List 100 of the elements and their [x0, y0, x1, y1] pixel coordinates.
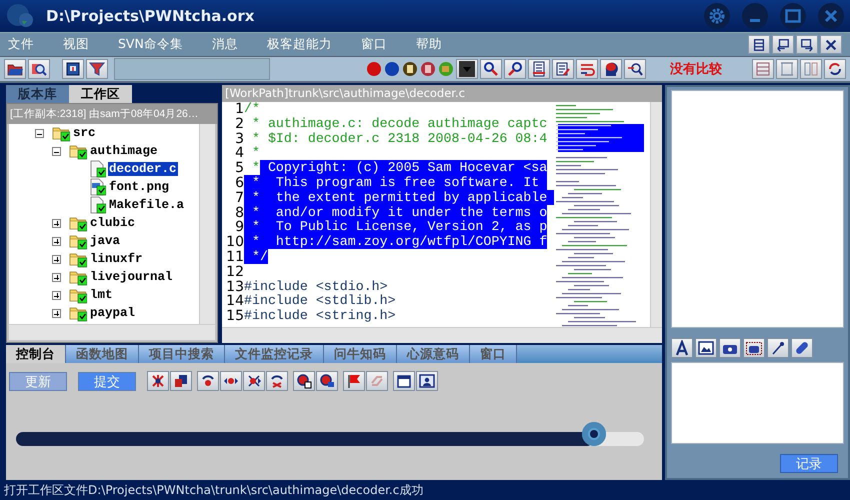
collapse-toggle[interactable] — [52, 146, 61, 156]
close-icon[interactable] — [820, 35, 842, 54]
vertical-scrollbar[interactable] — [199, 124, 215, 324]
horizontal-scrollbar[interactable] — [9, 324, 215, 340]
status-message: 打开工作区文件D:\Projects\PWNtcha\trunk\src\authimage\decoder.c成功 — [3, 482, 424, 499]
menu-item[interactable]: 窗口 — [360, 36, 387, 53]
tab[interactable]: 问牛知码 — [324, 345, 397, 363]
line-number: 5 — [234, 161, 244, 176]
round-badge-icon[interactable] — [366, 61, 382, 77]
line-number: 6 — [234, 176, 244, 191]
vertical-scrollbar[interactable] — [650, 102, 662, 327]
round-badge-icon[interactable] — [384, 61, 400, 77]
menu-item[interactable]: 帮助 — [416, 36, 442, 53]
expand-toggle[interactable] — [52, 218, 61, 228]
tree-item[interactable]: java — [89, 234, 122, 248]
tree-item[interactable]: Makefile.a — [108, 198, 186, 212]
slider-thumb[interactable] — [582, 422, 606, 446]
menu-item[interactable]: 文件 — [8, 36, 34, 53]
page-badge-icon[interactable] — [420, 61, 436, 77]
toolbar-field[interactable] — [114, 58, 270, 80]
flag-icon[interactable] — [343, 371, 365, 391]
picture-icon[interactable] — [695, 338, 717, 358]
head-icon[interactable] — [600, 59, 622, 79]
camera-icon[interactable] — [719, 338, 741, 358]
copy-icon[interactable] — [170, 371, 192, 391]
text-style-icon[interactable] — [671, 338, 693, 358]
search-icon[interactable] — [28, 59, 50, 79]
menu-item[interactable]: 消息 — [212, 36, 238, 53]
tree-item[interactable]: livejournal — [89, 270, 174, 284]
expand-toggle[interactable] — [52, 236, 61, 246]
minimize-button[interactable] — [742, 3, 768, 29]
bandage-icon[interactable] — [791, 338, 813, 358]
expand-toggle[interactable] — [52, 308, 61, 318]
star-cross-icon[interactable] — [147, 371, 169, 391]
zoom-out-icon[interactable] — [624, 59, 646, 79]
bubble-chat-icon[interactable] — [316, 371, 338, 391]
person-picture-icon[interactable] — [416, 371, 438, 391]
folder-icon[interactable] — [4, 59, 26, 79]
frame-icon[interactable] — [776, 59, 798, 79]
working-copy-info: [工作副本:2318] 由sam于08年04月26… — [7, 104, 217, 124]
tab[interactable]: 文件监控记录 — [225, 345, 324, 363]
settings-button[interactable] — [704, 3, 730, 29]
maximize-button[interactable] — [780, 3, 806, 29]
tab[interactable]: 控制台 — [6, 345, 66, 363]
save-icon[interactable] — [62, 59, 84, 79]
line-number: 2 — [234, 116, 244, 132]
maximize-icon — [785, 9, 801, 23]
menu-item[interactable]: SVN命令集 — [118, 36, 183, 53]
tree-item[interactable]: paypal — [89, 306, 136, 320]
expand-toggle[interactable] — [52, 290, 61, 300]
menu-item[interactable]: 视图 — [63, 36, 89, 53]
image-file-icon — [88, 178, 106, 196]
action-button[interactable]: 提交 — [78, 372, 136, 390]
selected-code-text: Copyright: (c) 2005 Sam Hocevar <sa — [260, 160, 548, 176]
arrows-horizontal-icon[interactable] — [220, 371, 242, 391]
wrap-icon[interactable] — [576, 59, 598, 79]
tab[interactable]: 窗口 — [470, 345, 517, 363]
tree-item[interactable]: authimage — [89, 144, 159, 158]
camera-selection-icon[interactable] — [743, 338, 765, 358]
dock-left-icon[interactable] — [772, 35, 794, 54]
log-button[interactable]: 记录 — [780, 454, 838, 473]
expand-toggle[interactable] — [52, 272, 61, 282]
layout-icon[interactable] — [748, 35, 770, 54]
window-title: D:\Projects\PWNtcha.orx — [46, 7, 256, 25]
selected-code-text: * http://sam.zoy.org/wtfpl/COPYING f — [244, 234, 548, 250]
line-number: 14 — [225, 294, 244, 310]
selected-code-text: * the extent permitted by applicable — [244, 190, 556, 205]
tree-item[interactable]: clubic — [89, 216, 136, 230]
filter-icon[interactable] — [86, 59, 108, 79]
caret-icon[interactable] — [456, 59, 478, 79]
expand-toggle[interactable] — [52, 254, 61, 264]
horizontal-scrollbar[interactable] — [222, 327, 662, 343]
tab[interactable]: 项目中搜索 — [139, 345, 225, 363]
calendar-icon[interactable] — [393, 371, 415, 391]
tab[interactable]: 函数地图 — [66, 345, 139, 363]
bubble-document-icon[interactable] — [293, 371, 315, 391]
dock-right-icon[interactable] — [796, 35, 818, 54]
tab[interactable]: 心源意码 — [397, 345, 470, 363]
refresh-icon[interactable] — [824, 59, 846, 79]
line-number: 4 — [234, 146, 244, 162]
tree-item[interactable]: lmt — [89, 288, 114, 302]
line-number: 12 — [225, 264, 244, 280]
collapse-toggle[interactable] — [35, 128, 44, 138]
book-badge-icon[interactable] — [402, 61, 418, 77]
compare-status: 没有比较 — [670, 61, 722, 78]
tree-item[interactable]: linuxfr — [89, 252, 144, 266]
menu-item[interactable]: 极客超能力 — [266, 36, 332, 53]
tree-item[interactable]: src — [72, 126, 97, 140]
line-number: 3 — [234, 132, 244, 146]
note-field[interactable] — [671, 362, 844, 444]
edit-list-icon[interactable] — [552, 59, 574, 79]
tree-item[interactable]: font.png — [108, 180, 170, 194]
close-button[interactable] — [818, 3, 844, 29]
document-icon[interactable] — [528, 59, 550, 79]
tree-item[interactable]: decoder.c — [108, 162, 178, 176]
tab[interactable]: 工作区 — [69, 85, 132, 103]
pin-icon[interactable] — [767, 338, 789, 358]
line-number: 11 — [225, 250, 244, 265]
line-number: 15 — [225, 309, 244, 324]
tab[interactable]: 版本库 — [6, 85, 69, 103]
